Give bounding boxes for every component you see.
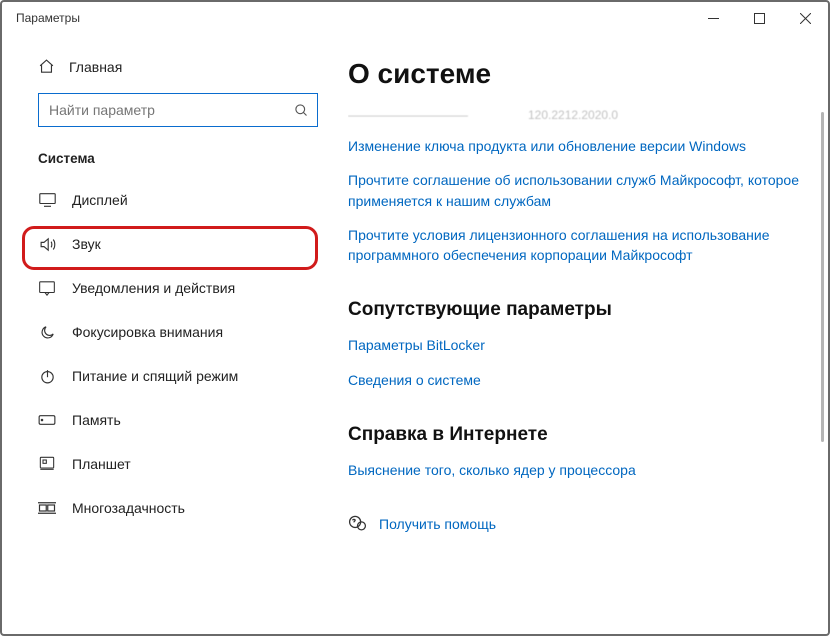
search-input[interactable] — [38, 93, 318, 127]
focus-icon — [38, 323, 56, 341]
page-title: О системе — [348, 58, 800, 90]
sidebar-item-label: Звук — [72, 236, 101, 252]
link-system-info[interactable]: Сведения о системе — [348, 370, 800, 390]
search-field[interactable] — [49, 102, 294, 118]
window-controls — [690, 2, 828, 34]
multitasking-icon — [38, 499, 56, 517]
scrollbar[interactable] — [821, 112, 824, 442]
sidebar-item-multitasking[interactable]: Многозадачность — [2, 486, 312, 530]
link-ms-software-license[interactable]: Прочтите условия лицензионного соглашени… — [348, 225, 800, 266]
display-icon — [38, 191, 56, 209]
get-help-row[interactable]: Получить помощь — [348, 514, 800, 533]
power-icon — [38, 367, 56, 385]
link-change-product-key[interactable]: Изменение ключа продукта или обновление … — [348, 136, 800, 156]
sidebar-item-label: Многозадачность — [72, 500, 185, 516]
home-label: Главная — [69, 59, 122, 75]
tablet-icon — [38, 455, 56, 473]
sidebar-item-display[interactable]: Дисплей — [2, 178, 312, 222]
window-title: Параметры — [16, 11, 80, 25]
sidebar-item-label: Планшет — [72, 456, 131, 472]
truncated-info: —————————— 120.2212.2020.0 — [348, 100, 800, 122]
sidebar-item-label: Уведомления и действия — [72, 280, 235, 296]
maximize-button[interactable] — [736, 2, 782, 34]
sidebar-item-notifications[interactable]: Уведомления и действия — [2, 266, 312, 310]
sidebar-item-power[interactable]: Питание и спящий режим — [2, 354, 312, 398]
minimize-button[interactable] — [690, 2, 736, 34]
link-bitlocker[interactable]: Параметры BitLocker — [348, 335, 800, 355]
sidebar-item-label: Питание и спящий режим — [72, 368, 238, 384]
sidebar-item-tablet[interactable]: Планшет — [2, 442, 312, 486]
home-icon — [38, 58, 55, 75]
help-icon — [348, 514, 367, 533]
sound-icon — [38, 235, 56, 253]
sidebar-item-focus[interactable]: Фокусировка внимания — [2, 310, 312, 354]
sidebar-item-label: Дисплей — [72, 192, 128, 208]
web-help-heading: Справка в Интернете — [348, 424, 800, 446]
link-ms-services-agreement[interactable]: Прочтите соглашение об использовании слу… — [348, 170, 800, 211]
notifications-icon — [38, 279, 56, 297]
section-header: Система — [2, 127, 312, 178]
close-button[interactable] — [782, 2, 828, 34]
home-button[interactable]: Главная — [2, 48, 312, 85]
search-icon — [294, 103, 309, 118]
link-cpu-cores[interactable]: Выяснение того, сколько ядер у процессор… — [348, 460, 800, 480]
related-settings-heading: Сопутствующие параметры — [348, 299, 800, 321]
sidebar-item-storage[interactable]: Память — [2, 398, 312, 442]
sidebar-item-label: Фокусировка внимания — [72, 324, 223, 340]
sidebar-item-sound[interactable]: Звук — [2, 222, 312, 266]
main-panel: О системе —————————— 120.2212.2020.0 Изм… — [312, 34, 828, 634]
storage-icon — [38, 411, 56, 429]
sidebar-item-label: Память — [72, 412, 121, 428]
sidebar: Главная Система Дисплей Звук — [2, 34, 312, 634]
get-help-link[interactable]: Получить помощь — [379, 516, 496, 532]
titlebar: Параметры — [2, 2, 828, 34]
